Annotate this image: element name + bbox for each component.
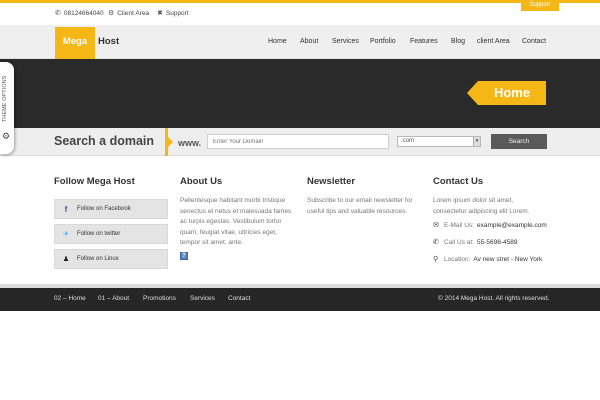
nav-blog[interactable]: Blog	[451, 38, 465, 45]
search-divider-arrow	[165, 128, 173, 156]
phone-icon: ✆	[433, 239, 439, 246]
follow-linux-label: Follow on Linux	[77, 256, 119, 262]
newsletter-text: Subscribe to our email newsletter for us…	[307, 196, 427, 217]
contact-text: Lorem ipsum dolor sit amet, consectetur …	[433, 196, 563, 217]
domain-search-title: Search a domain	[54, 134, 155, 148]
nav-portfolio[interactable]: Portfolio	[370, 38, 396, 45]
topbar-support[interactable]: ✖ Support	[157, 9, 189, 18]
theme-options-label: THEME OPTIONS	[2, 75, 8, 123]
newsletter-title: Newsletter	[307, 176, 356, 187]
map-pin-icon: ⚲	[433, 256, 439, 263]
linux-icon: ♟	[62, 256, 70, 263]
contact-phone-value: 55-5698-4589	[476, 238, 518, 246]
footer-link-about[interactable]: 01 – About	[98, 295, 129, 302]
contact-title: Contact Us	[433, 176, 484, 187]
nav-about[interactable]: About	[300, 38, 318, 45]
twitter-icon: ✈	[63, 231, 69, 238]
contact-location-label: Location:	[444, 255, 471, 263]
about-text: Pellentesque habitant morbi tristique se…	[180, 196, 305, 249]
contact-location-value: Av new stret - New York	[473, 255, 543, 263]
footer-link-services[interactable]: Services	[190, 295, 215, 302]
contact-line: Lorem ipsum dolor sit amet,	[433, 197, 514, 204]
chevron-down-icon[interactable]: ▾	[473, 137, 480, 146]
tools-icon: ✖	[157, 10, 163, 17]
follow-twitter-label: Follow on twitter	[77, 231, 121, 237]
nav-client-area[interactable]: client Area	[477, 38, 510, 45]
footer-link-promotions[interactable]: Promotions	[143, 295, 176, 302]
gear-icon[interactable]: ⚙	[2, 131, 10, 142]
topbar-phone-text: 08124664040	[63, 9, 104, 17]
envelope-icon: ✉	[433, 222, 439, 229]
topbar-client-area-text[interactable]: Client Area	[117, 10, 149, 17]
contact-phone-row: ✆ Call Us at: 55-5698-4589	[433, 238, 518, 247]
tld-select-value: .com	[401, 138, 415, 144]
nav-contact[interactable]: Contact	[522, 38, 546, 45]
contact-phone-label: Call Us at:	[444, 238, 474, 246]
tld-select[interactable]: .com ▾	[397, 136, 481, 147]
nav-home[interactable]: Home	[268, 38, 287, 45]
www-prefix: www.	[178, 138, 202, 148]
logo-text[interactable]: Host	[98, 36, 119, 47]
phone-icon: ✆	[55, 10, 61, 17]
about-line: Pellentesque habitant morbi tristique	[180, 197, 286, 204]
follow-linux-button[interactable]: ♟ Follow on Linux	[54, 249, 168, 269]
domain-search-button[interactable]: Search	[491, 134, 547, 149]
follow-twitter-button[interactable]: ✈ Follow on twitter	[54, 224, 168, 244]
footer-link-contact[interactable]: Contact	[228, 295, 250, 302]
nav-services[interactable]: Services	[332, 38, 359, 45]
copyright-text: © 2014 Mega Host. All rights reserved.	[438, 295, 550, 302]
nav-features[interactable]: Features	[410, 38, 438, 45]
support-tab[interactable]: Support	[521, 0, 559, 11]
top-bar: ✆ 08124664040 ⚙ Client Area ✖ Support	[0, 3, 600, 25]
topbar-phone: ✆ 08124664040	[55, 9, 104, 18]
about-line: senectus et netus et malesuada fames	[180, 207, 292, 215]
help-icon[interactable]: ?	[180, 252, 188, 260]
users-icon: ⚙	[108, 10, 115, 17]
contact-line: consectetur adipiscing elit Lorem.	[433, 207, 530, 215]
follow-title: Follow Mega Host	[54, 176, 135, 187]
about-line: ac turpis egestas. Vestibulum tortor	[180, 218, 282, 225]
footer-link-home[interactable]: 02 – Home	[54, 295, 86, 302]
facebook-icon: f	[64, 204, 68, 214]
topbar-support-text[interactable]: Support	[166, 10, 189, 17]
about-line: quam, feugiat vitae, ultricies eget,	[180, 228, 277, 236]
theme-options-tab[interactable]: THEME OPTIONS ⚙	[0, 62, 14, 154]
newsletter-line: useful tips and valuable resources.	[307, 207, 408, 215]
contact-location-row: ⚲ Location: Av new stret - New York	[433, 255, 543, 264]
domain-input[interactable]	[207, 134, 389, 149]
page-title-badge: Home	[467, 81, 546, 105]
about-title: About Us	[180, 176, 223, 187]
topbar-client-area[interactable]: ⚙ Client Area	[108, 9, 149, 18]
follow-facebook-button[interactable]: f Follow on Facebook	[54, 199, 168, 219]
about-line: tempor sit amet, ante.	[180, 239, 243, 246]
contact-email-row: ✉ E-Mail Us: example@example.com	[433, 221, 547, 230]
contact-email-value[interactable]: example@example.com	[477, 222, 547, 229]
newsletter-line: Subscribe to our email newsletter for	[307, 197, 413, 204]
contact-email-label: E-Mail Us:	[444, 221, 474, 229]
follow-facebook-label: Follow on Facebook	[77, 206, 131, 212]
